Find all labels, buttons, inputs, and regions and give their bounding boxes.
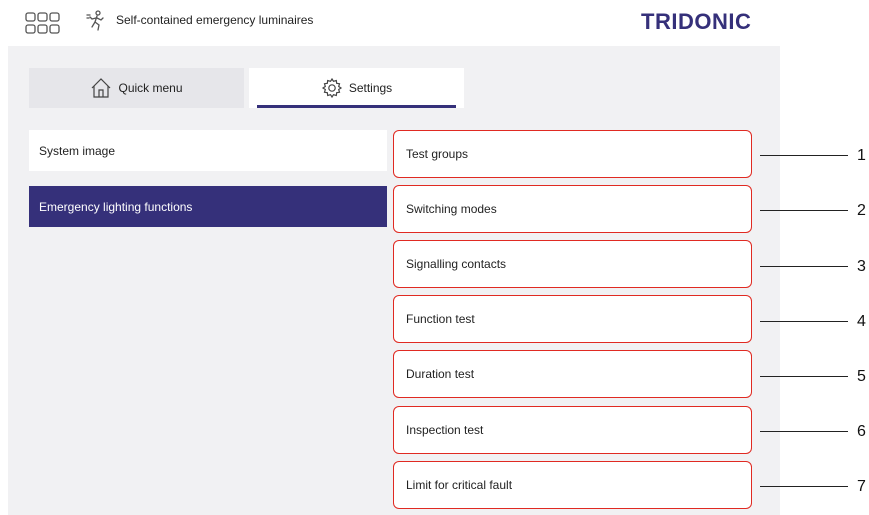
nav-item-label: Emergency lighting functions bbox=[39, 199, 193, 214]
callout-number: 7 bbox=[857, 478, 866, 495]
gear-icon bbox=[321, 77, 342, 99]
top-bar: Self-contained emergency luminaires TRID… bbox=[0, 0, 780, 46]
tab-quick-menu-label: Quick menu bbox=[118, 81, 183, 95]
menu-item-inspection-test[interactable]: Inspection test bbox=[393, 406, 752, 454]
callout-line bbox=[760, 486, 848, 487]
callout-number: 4 bbox=[857, 313, 866, 330]
callout-line bbox=[760, 321, 848, 322]
nav-item-system-image[interactable]: System image bbox=[29, 130, 387, 171]
nav-item-emergency-lighting-functions[interactable]: Emergency lighting functions bbox=[29, 186, 387, 227]
tab-quick-menu[interactable]: Quick menu bbox=[29, 68, 244, 108]
callout-number: 6 bbox=[857, 423, 866, 440]
apps-grid-icon[interactable] bbox=[25, 12, 61, 34]
callout-number: 5 bbox=[857, 368, 866, 385]
menu-item-label: Limit for critical fault bbox=[406, 478, 513, 492]
app-title: Self-contained emergency luminaires bbox=[116, 13, 314, 27]
callout-number: 1 bbox=[857, 147, 866, 164]
callout-number: 3 bbox=[857, 258, 866, 275]
tab-settings[interactable]: Settings bbox=[249, 68, 464, 108]
callout-line bbox=[760, 210, 848, 211]
callout-line bbox=[760, 266, 848, 267]
menu-item-limit-for-critical-fault[interactable]: Limit for critical fault bbox=[393, 461, 752, 509]
tridonic-logo: TRIDONIC bbox=[641, 9, 752, 34]
callout-number: 2 bbox=[857, 202, 866, 219]
tab-settings-label: Settings bbox=[348, 81, 393, 95]
menu-item-signalling-contacts[interactable]: Signalling contacts bbox=[393, 240, 752, 288]
menu-item-duration-test[interactable]: Duration test bbox=[393, 350, 752, 398]
emergency-exit-icon bbox=[86, 10, 104, 31]
active-tab-indicator bbox=[257, 105, 456, 108]
menu-item-label: Test groups bbox=[406, 147, 469, 161]
menu-item-label: Function test bbox=[406, 312, 475, 326]
nav-item-label: System image bbox=[39, 143, 116, 158]
menu-item-label: Duration test bbox=[406, 367, 475, 381]
menu-item-label: Switching modes bbox=[406, 202, 497, 216]
menu-item-function-test[interactable]: Function test bbox=[393, 295, 752, 343]
menu-item-switching-modes[interactable]: Switching modes bbox=[393, 185, 752, 233]
menu-item-label: Inspection test bbox=[406, 423, 484, 437]
menu-item-test-groups[interactable]: Test groups bbox=[393, 130, 752, 178]
home-icon bbox=[92, 78, 111, 98]
callout-line bbox=[760, 431, 848, 432]
menu-item-label: Signalling contacts bbox=[406, 257, 507, 271]
callout-line bbox=[760, 155, 848, 156]
callout-line bbox=[760, 376, 848, 377]
